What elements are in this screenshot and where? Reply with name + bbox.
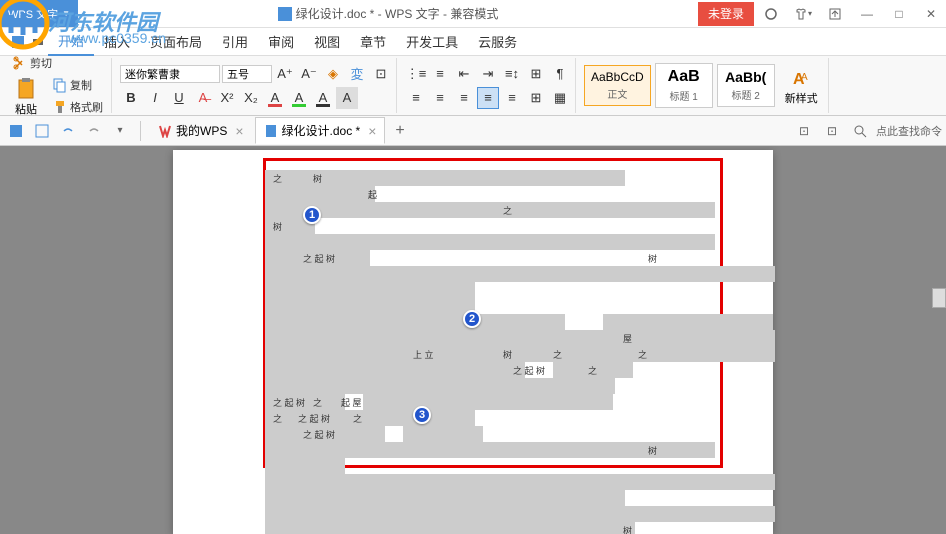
menu-cloud[interactable]: 云服务 <box>468 28 527 55</box>
align-center-button[interactable]: ≡ <box>429 87 451 109</box>
workspace: 之 树 起 树 之 之 起 树 树 屋 上 立 树 之 之 之 起 树 之 之 … <box>0 146 946 534</box>
login-button[interactable]: 未登录 <box>698 2 754 26</box>
ribbon: 剪切 粘贴 复制 格式刷 A⁺ A⁻ <box>0 56 946 116</box>
menu-references[interactable]: 引用 <box>212 28 258 55</box>
menu-view[interactable]: 视图 <box>304 28 350 55</box>
brush-icon <box>52 99 68 115</box>
align-left-button[interactable]: ≡ <box>405 87 427 109</box>
qat-save-button[interactable] <box>4 119 28 143</box>
copy-button[interactable]: 复制 <box>48 75 107 95</box>
cut-button[interactable]: 剪切 <box>8 53 107 73</box>
decrease-indent-button[interactable]: ⇤ <box>453 63 475 85</box>
increase-indent-button[interactable]: ⇥ <box>477 63 499 85</box>
tab-close-doc[interactable]: × <box>368 123 376 139</box>
marker-2: 2 <box>463 310 481 328</box>
borders-button[interactable]: ⊞ <box>525 87 547 109</box>
tab-my-wps[interactable]: 我的WPS × <box>149 117 253 144</box>
qat-undo-button[interactable] <box>56 119 80 143</box>
qat-more-button[interactable]: ▾ <box>108 119 132 143</box>
increase-font-button[interactable]: A⁺ <box>274 63 296 85</box>
text-effect-button[interactable]: A <box>312 87 334 109</box>
format-painter-button[interactable]: 格式刷 <box>48 97 107 117</box>
wps-icon <box>158 124 172 138</box>
menu-page-layout[interactable]: 页面布局 <box>140 28 212 55</box>
document-page[interactable]: 之 树 起 树 之 之 起 树 树 屋 上 立 树 之 之 之 起 树 之 之 … <box>173 150 773 534</box>
sort-button[interactable]: ⊞ <box>525 63 547 85</box>
tabbar-back-button[interactable]: ⊡ <box>792 119 816 143</box>
clipboard-icon <box>14 77 38 101</box>
tab-close-mywps[interactable]: × <box>235 123 243 139</box>
svg-text:A: A <box>801 72 808 83</box>
doc-tab-icon <box>264 124 278 138</box>
qat-layout-button[interactable] <box>30 119 54 143</box>
tshirt-icon[interactable]: ▾ <box>788 0 818 28</box>
shading-button[interactable]: ▦ <box>549 87 571 109</box>
strikethrough-button[interactable]: A̶ <box>192 87 214 109</box>
char-shading-button[interactable]: A <box>336 87 358 109</box>
char-border-button[interactable]: ⊡ <box>370 63 392 85</box>
style-heading2[interactable]: AaBb( 标题 2 <box>717 64 775 107</box>
menu-chapter[interactable]: 章节 <box>350 28 396 55</box>
clear-format-button[interactable]: ◈ <box>322 63 344 85</box>
font-name-select[interactable] <box>120 65 220 83</box>
paste-button[interactable]: 粘贴 <box>8 75 44 119</box>
style-heading1[interactable]: AaB 标题 1 <box>655 63 713 108</box>
app-dropdown-icon: ▼ <box>62 9 70 18</box>
app-name: WPS 文字 <box>8 6 58 22</box>
numbering-button[interactable]: ≡ <box>429 63 451 85</box>
menu-insert[interactable]: 插入 <box>94 28 140 55</box>
font-color-button[interactable]: A <box>264 87 286 109</box>
new-style-icon: AA <box>789 66 813 90</box>
tab-add-button[interactable]: + <box>387 122 412 140</box>
new-style-button[interactable]: AA 新样式 <box>779 64 824 108</box>
tabbar-fwd-button[interactable]: ⊡ <box>820 119 844 143</box>
menubar: 开始 插入 页面布局 引用 审阅 视图 章节 开发工具 云服务 <box>0 28 946 56</box>
style-normal[interactable]: AaBbCcD 正文 <box>584 65 651 106</box>
tab-document[interactable]: 绿化设计.doc * × <box>255 117 386 144</box>
phonetic-button[interactable]: 変 <box>346 63 368 85</box>
align-justify-button[interactable]: ≡ <box>477 87 499 109</box>
copy-icon <box>52 77 68 93</box>
font-size-select[interactable] <box>222 65 272 83</box>
decrease-font-button[interactable]: A⁻ <box>298 63 320 85</box>
maximize-button[interactable]: □ <box>884 0 914 28</box>
marker-1: 1 <box>303 206 321 224</box>
minimize-button[interactable]: — <box>852 0 882 28</box>
distribute-button[interactable]: ≡ <box>501 87 523 109</box>
bullets-button[interactable]: ⋮≡ <box>405 63 427 85</box>
marker-3: 3 <box>413 406 431 424</box>
subscript-button[interactable]: X₂ <box>240 87 262 109</box>
menu-print-icon[interactable] <box>28 32 48 52</box>
search-icon[interactable] <box>848 119 872 143</box>
app-logo[interactable]: WPS 文字 ▼ <box>0 0 78 27</box>
superscript-button[interactable]: X² <box>216 87 238 109</box>
italic-button[interactable]: I <box>144 87 166 109</box>
close-button[interactable]: ✕ <box>916 0 946 28</box>
feedback-icon[interactable] <box>820 0 850 28</box>
menu-file-icon[interactable] <box>8 32 28 52</box>
underline-button[interactable]: U <box>168 87 190 109</box>
align-right-button[interactable]: ≡ <box>453 87 475 109</box>
titlebar-title: 绿化设计.doc * - WPS 文字 - 兼容模式 <box>78 5 698 22</box>
line-spacing-button[interactable]: ≡↕ <box>501 63 523 85</box>
titlebar: WPS 文字 ▼ 绿化设计.doc * - WPS 文字 - 兼容模式 未登录 … <box>0 0 946 28</box>
tabbar: ▾ 我的WPS × 绿化设计.doc * × + ⊡ ⊡ 点此查找命令 <box>0 116 946 146</box>
sidebar-toggle[interactable] <box>932 288 946 308</box>
menu-developer[interactable]: 开发工具 <box>396 28 468 55</box>
scissors-icon <box>12 55 28 71</box>
doc-icon <box>278 7 292 21</box>
skin-icon[interactable] <box>756 0 786 28</box>
menu-review[interactable]: 审阅 <box>258 28 304 55</box>
qat-redo-button[interactable] <box>82 119 106 143</box>
show-marks-button[interactable]: ¶ <box>549 63 571 85</box>
highlight-button[interactable]: A <box>288 87 310 109</box>
search-hint[interactable]: 点此查找命令 <box>876 123 942 139</box>
bold-button[interactable]: B <box>120 87 142 109</box>
